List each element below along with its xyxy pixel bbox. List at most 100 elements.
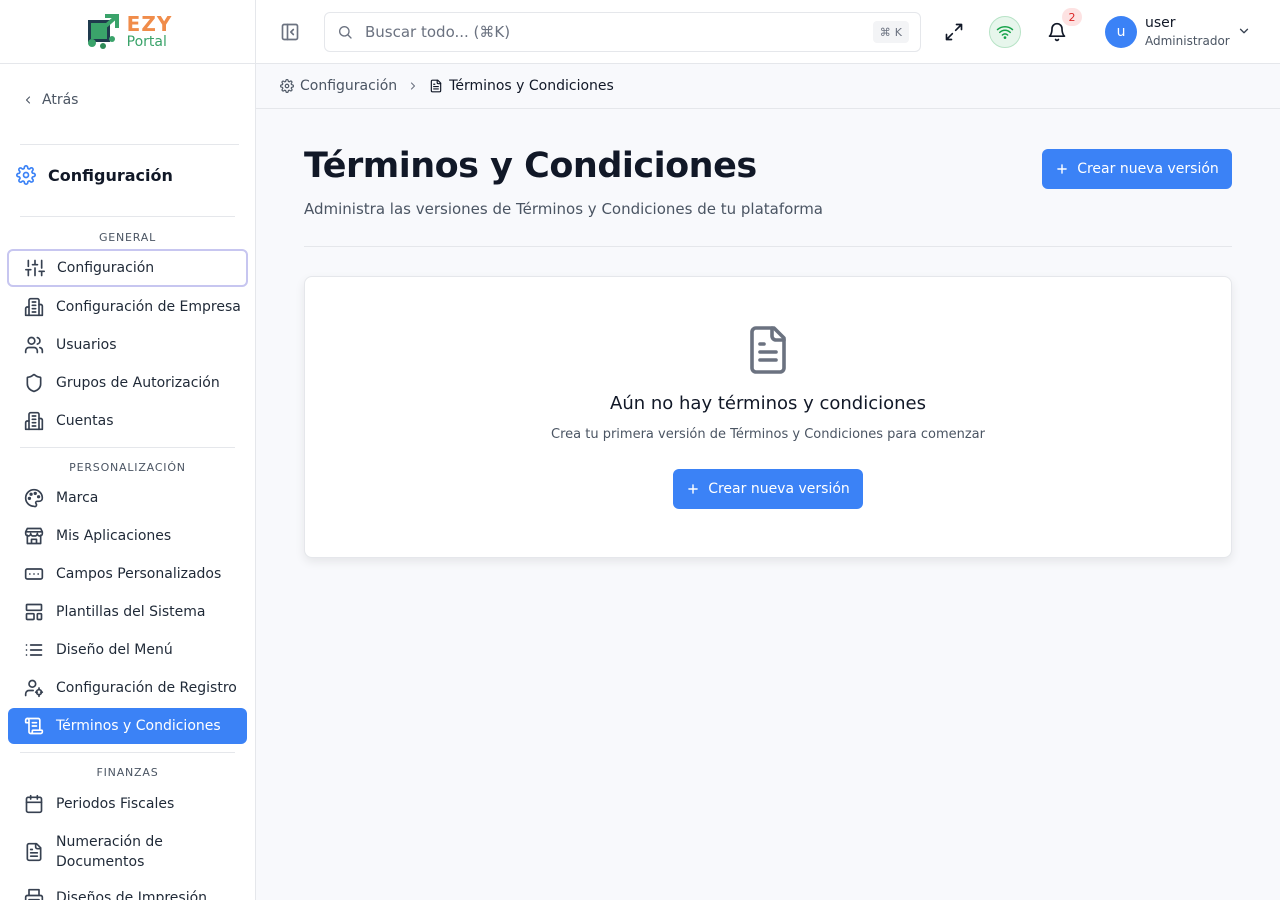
chevron-left-icon bbox=[25, 96, 31, 104]
top-header: ⌘ K 2 u user Administrador bbox=[256, 0, 1280, 64]
bell-icon bbox=[1048, 22, 1066, 42]
sidebar-item-label: Términos y Condiciones bbox=[56, 718, 221, 734]
sidebar-item-diseno-menu[interactable]: Diseño del Menú bbox=[8, 632, 247, 668]
sidebar-item-grupos-autorizacion[interactable]: Grupos de Autorización bbox=[8, 365, 247, 401]
sidebar-item-configuracion[interactable]: Configuración bbox=[7, 249, 248, 287]
logo[interactable]: EZY Portal bbox=[83, 12, 173, 52]
list-icon bbox=[25, 644, 43, 656]
user-menu-button[interactable] bbox=[1237, 24, 1251, 38]
page-subtitle: Administra las versiones de Términos y C… bbox=[304, 200, 823, 218]
logo-text-ezy: EZY bbox=[126, 12, 173, 36]
button-label: Crear nueva versión bbox=[1077, 161, 1219, 177]
sidebar-item-cuentas[interactable]: Cuentas bbox=[8, 403, 247, 439]
search-input[interactable] bbox=[365, 23, 845, 41]
sidebar-item-label: Marca bbox=[56, 490, 99, 506]
divider bbox=[20, 447, 235, 448]
plus-icon bbox=[1057, 164, 1067, 174]
breadcrumb-label: Configuración bbox=[300, 78, 398, 94]
divider bbox=[20, 144, 239, 145]
sidebar-item-label: Usuarios bbox=[56, 337, 117, 353]
sidebar-item-campos-personalizados[interactable]: Campos Personalizados bbox=[8, 556, 247, 592]
logo-mark-icon bbox=[87, 13, 119, 49]
chevron-right-icon bbox=[411, 82, 416, 90]
sliders-icon bbox=[25, 259, 45, 277]
sidebar-item-label: Mis Aplicaciones bbox=[56, 528, 172, 544]
layout-template-icon bbox=[25, 603, 43, 621]
gear-icon bbox=[16, 165, 36, 185]
fullscreen-button[interactable] bbox=[942, 20, 966, 44]
sidebar-item-plantillas-sistema[interactable]: Plantillas del Sistema bbox=[8, 594, 247, 630]
group-label-general: GENERAL bbox=[98, 231, 157, 244]
maximize-icon bbox=[945, 23, 963, 41]
shortcut-key: K bbox=[894, 25, 902, 39]
sidebar-item-label: Configuración de Empresa bbox=[56, 299, 241, 315]
file-text-icon bbox=[430, 79, 442, 93]
sidebar-item-label: Plantillas del Sistema bbox=[56, 604, 206, 620]
scroll-text-icon bbox=[24, 717, 44, 735]
users-icon bbox=[24, 336, 44, 354]
search-icon bbox=[339, 26, 352, 39]
breadcrumb: Configuración Términos y Condiciones bbox=[256, 64, 1280, 109]
breadcrumb-item-current: Términos y Condiciones bbox=[429, 78, 614, 94]
sidebar-item-label: Periodos Fiscales bbox=[56, 796, 175, 812]
sidebar-item-label: Grupos de Autorización bbox=[56, 375, 220, 391]
logo-area: EZY Portal bbox=[0, 0, 255, 64]
divider bbox=[20, 216, 235, 217]
create-version-button[interactable]: Crear nueva versión bbox=[1042, 149, 1232, 189]
wifi-icon bbox=[996, 25, 1014, 39]
logo-text-portal: Portal bbox=[126, 34, 167, 50]
back-link[interactable]: Atrás bbox=[22, 92, 78, 108]
shield-icon bbox=[26, 373, 42, 393]
breadcrumb-label: Términos y Condiciones bbox=[449, 78, 614, 94]
breadcrumb-item-configuracion[interactable]: Configuración bbox=[280, 78, 397, 94]
sidebar-item-numeracion-documentos[interactable]: Numeración de Documentos bbox=[8, 830, 247, 874]
toggle-sidebar-button[interactable] bbox=[278, 20, 302, 44]
empty-state-subtitle: Crea tu primera versión de Términos y Co… bbox=[551, 427, 985, 442]
building-icon bbox=[24, 411, 44, 431]
sidebar: EZY Portal Atrás Configuración GENERAL C… bbox=[0, 0, 256, 900]
gear-icon bbox=[280, 79, 294, 93]
store-icon bbox=[24, 527, 44, 545]
search-box[interactable]: ⌘ K bbox=[324, 12, 921, 52]
building-icon bbox=[24, 297, 44, 317]
sidebar-item-label: Numeración de Documentos bbox=[56, 834, 163, 870]
user-cog-icon bbox=[24, 679, 44, 698]
sidebar-item-label: Configuración de Registro bbox=[56, 680, 237, 696]
sidebar-item-label: Campos Personalizados bbox=[56, 566, 222, 582]
sidebar-item-label: Configuración bbox=[57, 260, 155, 276]
sidebar-item-configuracion-registro[interactable]: Configuración de Registro bbox=[8, 670, 247, 706]
sidebar-item-terminos-condiciones[interactable]: Términos y Condiciones bbox=[8, 708, 247, 744]
sidebar-section-title: Configuración bbox=[16, 165, 173, 185]
empty-state-card: Aún no hay términos y condiciones Crea t… bbox=[304, 276, 1232, 558]
page-title: Términos y Condiciones bbox=[304, 146, 757, 186]
user-role: Administrador bbox=[1145, 34, 1230, 48]
calendar-icon bbox=[25, 794, 43, 814]
avatar[interactable]: u bbox=[1105, 16, 1137, 48]
sidebar-item-usuarios[interactable]: Usuarios bbox=[8, 327, 247, 363]
connection-status-button[interactable] bbox=[989, 16, 1021, 48]
empty-state-title: Aún no hay términos y condiciones bbox=[610, 393, 926, 414]
sidebar-item-periodos-fiscales[interactable]: Periodos Fiscales bbox=[8, 786, 247, 822]
user-name[interactable]: user bbox=[1145, 15, 1176, 31]
sidebar-item-disenos-impresion[interactable]: Diseños de Impresión bbox=[8, 880, 247, 900]
plus-icon bbox=[688, 484, 698, 494]
divider bbox=[20, 752, 235, 753]
button-label: Crear nueva versión bbox=[708, 481, 850, 497]
printer-icon bbox=[24, 888, 44, 900]
sidebar-item-marca[interactable]: Marca bbox=[8, 480, 247, 516]
empty-create-version-button[interactable]: Crear nueva versión bbox=[673, 469, 863, 509]
sidebar-item-label: Diseño del Menú bbox=[56, 642, 173, 658]
file-text-icon bbox=[26, 842, 42, 862]
section-title-label: Configuración bbox=[48, 165, 173, 185]
panel-left-close-icon bbox=[281, 23, 299, 41]
palette-icon bbox=[24, 488, 44, 508]
sidebar-item-configuracion-empresa[interactable]: Configuración de Empresa bbox=[8, 289, 247, 325]
group-label-finanzas: FINANZAS bbox=[96, 766, 159, 779]
shortcut-cmd: ⌘ bbox=[879, 25, 891, 39]
sidebar-item-mis-aplicaciones[interactable]: Mis Aplicaciones bbox=[8, 518, 247, 554]
chevron-down-icon bbox=[1239, 28, 1249, 34]
divider bbox=[304, 246, 1232, 247]
notifications-badge: 2 bbox=[1062, 8, 1082, 26]
back-label: Atrás bbox=[42, 92, 79, 108]
input-field-icon bbox=[24, 568, 44, 580]
